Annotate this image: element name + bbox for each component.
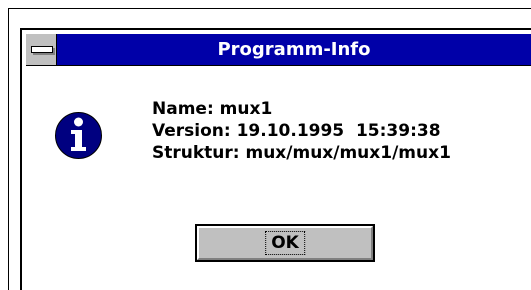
info-message: Name: mux1 Version: 19.10.1995 15:39:38 … — [152, 98, 451, 164]
information-icon — [55, 112, 102, 159]
ok-button[interactable]: OK — [195, 224, 375, 262]
name-line: Name: mux1 — [152, 99, 273, 119]
system-menu-icon — [31, 46, 53, 53]
ok-button-bevel: OK — [197, 226, 373, 260]
version-line: Version: 19.10.1995 15:39:38 — [152, 121, 441, 141]
structure-line: Struktur: mux/mux/mux1/mux1 — [152, 143, 451, 163]
dialog-title: Programm-Info — [217, 39, 371, 60]
program-info-dialog: Programm-Info Name: mux1 Version: 19.10.… — [20, 28, 531, 290]
ok-button-label: OK — [265, 231, 305, 255]
system-menu-button[interactable] — [26, 34, 57, 65]
dialog-titlebar[interactable]: Programm-Info — [26, 34, 531, 66]
